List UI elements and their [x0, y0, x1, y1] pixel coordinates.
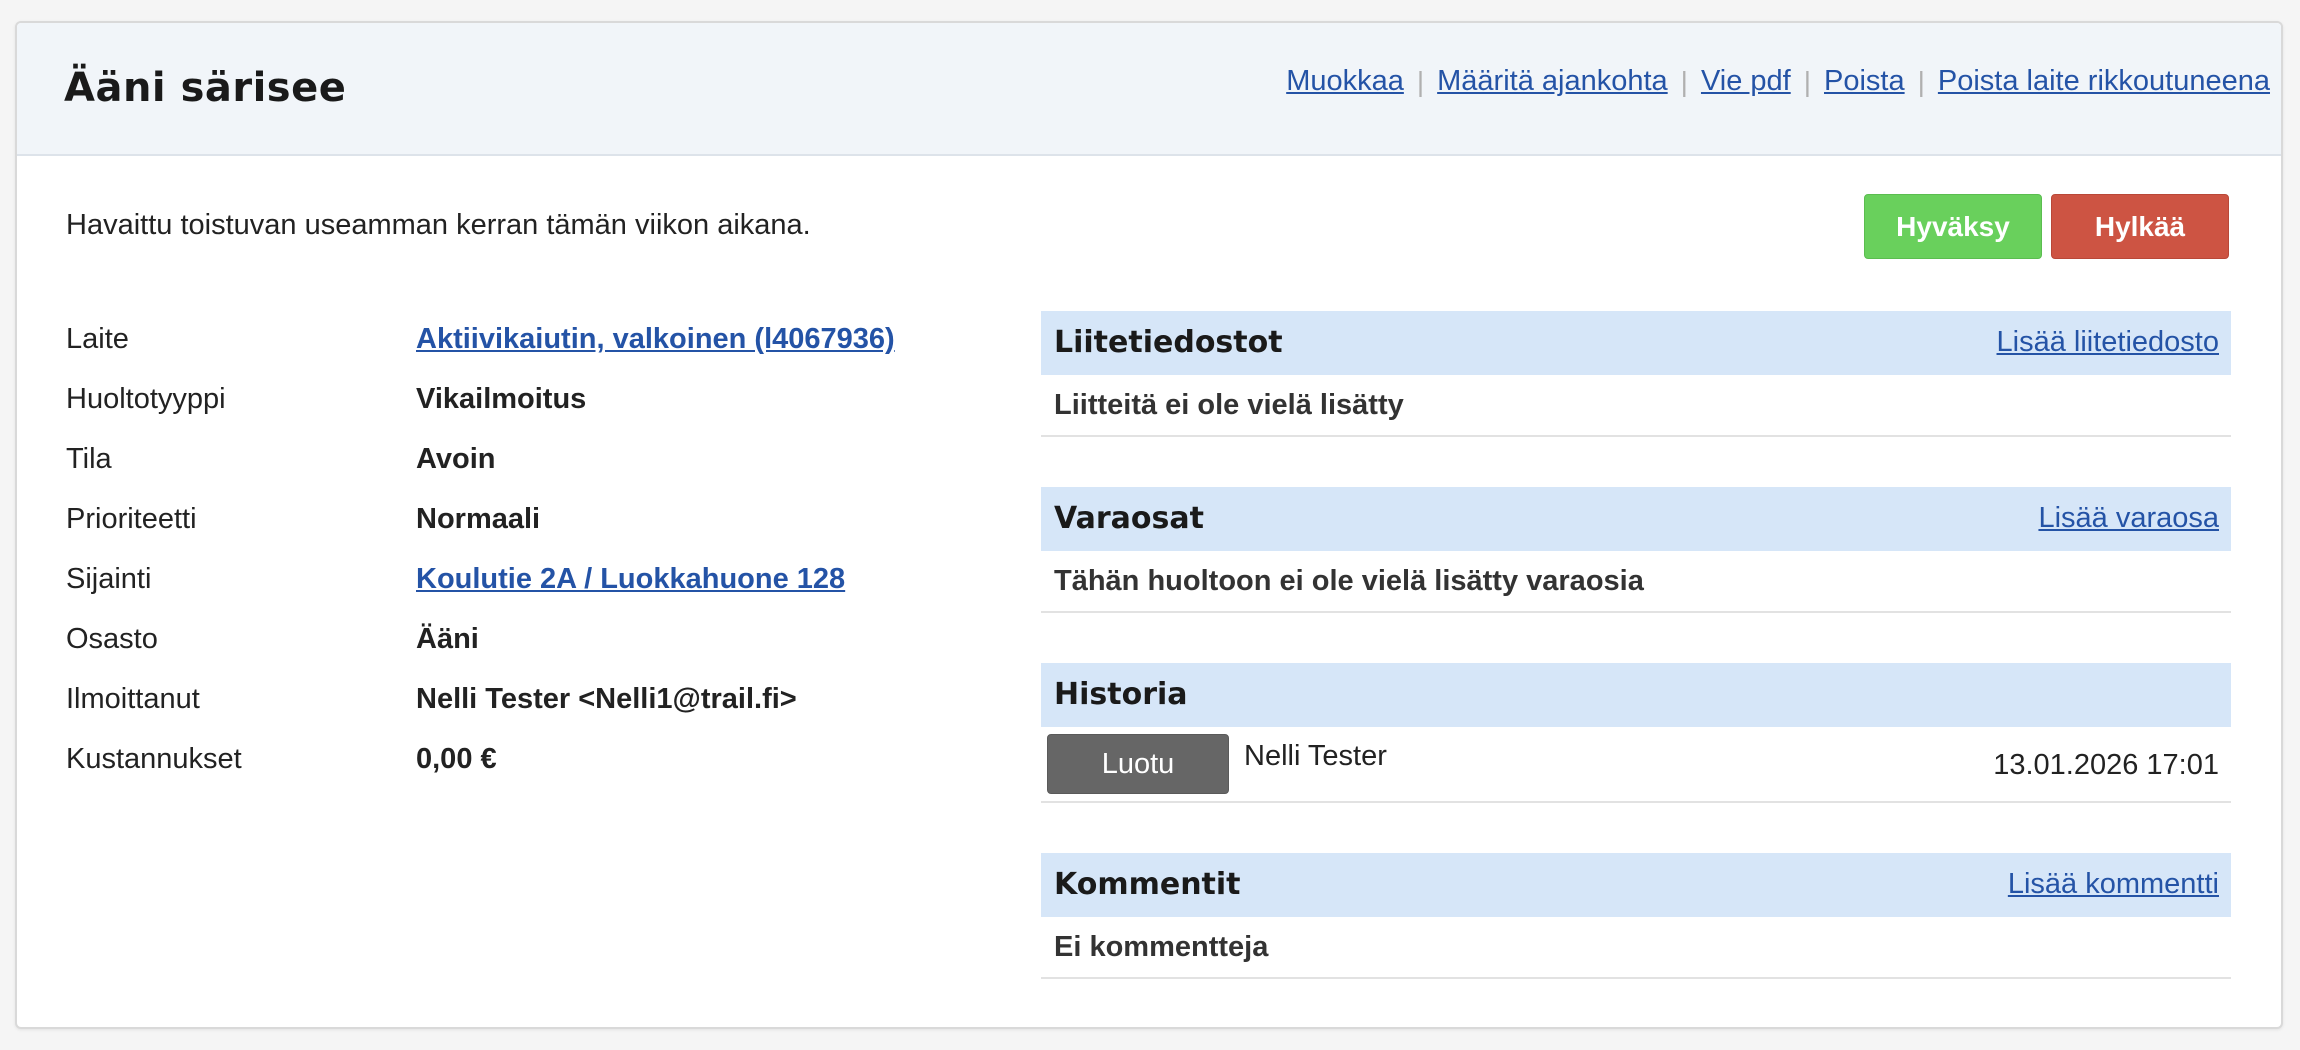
export-pdf-link[interactable]: Vie pdf [1701, 65, 1791, 98]
detail-row-priority: Prioriteetti Normaali [66, 503, 966, 543]
detail-row-costs: Kustannukset 0,00 € [66, 743, 966, 783]
detail-value: Nelli Tester <Nelli1@trail.fi> [416, 683, 797, 715]
approve-button[interactable]: Hyväksy [1864, 194, 2042, 259]
panel-title: Varaosat [1054, 501, 1204, 536]
detail-label: Laite [66, 323, 129, 355]
add-attachment-link[interactable]: Lisää liitetiedosto [1997, 326, 2219, 359]
panel-title: Historia [1054, 677, 1188, 712]
detail-value: Avoin [416, 443, 496, 475]
separator: | [1803, 65, 1811, 97]
page-title: Ääni särisee [64, 65, 347, 111]
detail-value: Normaali [416, 503, 541, 535]
detail-label: Huoltotyyppi [66, 383, 226, 415]
detail-label: Tila [66, 443, 112, 475]
empty-message: Tähän huoltoon ei ole vielä lisätty vara… [1054, 565, 1644, 597]
detail-value: Ääni [416, 623, 479, 655]
history-timestamp: 13.01.2026 17:01 [1993, 749, 2219, 781]
detail-label: Ilmoittanut [66, 683, 200, 715]
panel-body: Tähän huoltoon ei ole vielä lisätty vara… [1041, 551, 2231, 613]
panel-header: Varaosat Lisää varaosa [1041, 487, 2231, 551]
detail-row-location: Sijainti Koulutie 2A / Luokkahuone 128 [66, 563, 966, 603]
delete-device-broken-link[interactable]: Poista laite rikkoutuneena [1938, 65, 2270, 98]
delete-link[interactable]: Poista [1824, 65, 1905, 98]
separator: | [1416, 65, 1425, 97]
detail-row-department: Osasto Ääni [66, 623, 966, 663]
maintenance-card: Ääni särisee Muokkaa | Määritä ajankohta… [15, 21, 2283, 1029]
panel-header: Liitetiedostot Lisää liitetiedosto [1041, 311, 2231, 375]
detail-label: Sijainti [66, 563, 152, 595]
device-link[interactable]: Aktiivikaiutin, valkoinen (l4067936) [416, 323, 895, 356]
issue-description: Havaittu toistuvan useamman kerran tämän… [66, 209, 811, 241]
panel-header: Historia [1041, 663, 2231, 727]
edit-link[interactable]: Muokkaa [1286, 65, 1404, 98]
history-entry: Luotu Nelli Tester 13.01.2026 17:01 [1041, 727, 2231, 803]
add-comment-link[interactable]: Lisää kommentti [2008, 868, 2219, 901]
separator: | [1680, 65, 1688, 97]
empty-message: Ei kommentteja [1054, 931, 1269, 963]
history-user: Nelli Tester [1244, 740, 1387, 772]
detail-label: Kustannukset [66, 743, 242, 775]
schedule-link[interactable]: Määritä ajankohta [1437, 65, 1668, 98]
reject-button[interactable]: Hylkää [2051, 194, 2229, 259]
empty-message: Liitteitä ei ole vielä lisätty [1054, 389, 1404, 421]
panel-body: Ei kommentteja [1041, 917, 2231, 979]
panel-header: Kommentit Lisää kommentti [1041, 853, 2231, 917]
separator: | [1917, 65, 1925, 97]
detail-row-status: Tila Avoin [66, 443, 966, 483]
detail-label: Osasto [66, 623, 158, 655]
card-header: Ääni särisee Muokkaa | Määritä ajankohta… [17, 23, 2281, 156]
add-spare-part-link[interactable]: Lisää varaosa [2038, 502, 2219, 535]
panel-title: Kommentit [1054, 867, 1241, 902]
history-event-badge: Luotu [1047, 734, 1229, 794]
detail-row-reporter: Ilmoittanut Nelli Tester <Nelli1@trail.f… [66, 683, 966, 723]
header-actions: Muokkaa | Määritä ajankohta | Vie pdf | … [1286, 65, 2270, 98]
panel-title: Liitetiedostot [1054, 325, 1283, 360]
detail-row-device: Laite Aktiivikaiutin, valkoinen (l406793… [66, 323, 966, 363]
location-link[interactable]: Koulutie 2A / Luokkahuone 128 [416, 563, 845, 596]
detail-row-service-type: Huoltotyyppi Vikailmoitus [66, 383, 966, 423]
detail-label: Prioriteetti [66, 503, 197, 535]
panel-body: Liitteitä ei ole vielä lisätty [1041, 375, 2231, 437]
detail-value: Vikailmoitus [416, 383, 587, 415]
detail-value: 0,00 € [416, 743, 497, 775]
